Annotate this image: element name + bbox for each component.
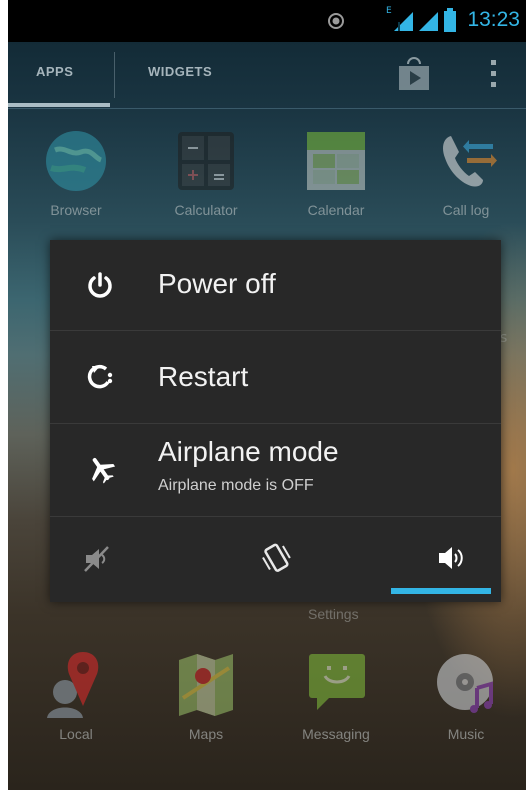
power-off-item[interactable]: Power off xyxy=(50,240,501,330)
calendar-icon xyxy=(303,132,369,198)
app-calendar[interactable]: Calendar xyxy=(286,128,386,218)
app-label: Call log xyxy=(442,202,490,218)
power-menu-dialog: Power off Restart Airplane mode Airplane… xyxy=(50,240,501,602)
app-local[interactable]: Local xyxy=(26,648,126,742)
battery-icon xyxy=(444,8,456,36)
vibrate-icon[interactable] xyxy=(260,541,292,579)
sound-on-icon[interactable] xyxy=(437,545,467,575)
airplane-mode-status: Airplane mode is OFF xyxy=(158,477,314,494)
tab-apps[interactable]: APPS xyxy=(36,64,73,79)
tab-divider xyxy=(114,52,115,98)
signal-icon xyxy=(417,10,439,36)
restart-icon xyxy=(86,363,114,395)
tab-widgets[interactable]: WIDGETS xyxy=(148,64,212,79)
calculator-icon xyxy=(173,132,239,198)
call-log-icon xyxy=(433,136,499,198)
messaging-icon xyxy=(303,654,369,722)
app-call-log[interactable]: Call log xyxy=(416,128,516,218)
power-icon xyxy=(86,272,114,304)
app-label: Calendar xyxy=(307,202,365,218)
airplane-mode-label: Airplane mode xyxy=(158,436,339,467)
music-icon xyxy=(433,654,499,722)
target-icon xyxy=(327,12,345,34)
signal-icon xyxy=(392,10,414,36)
app-maps[interactable]: Maps xyxy=(156,648,256,742)
tab-apps-indicator xyxy=(8,103,110,107)
restart-item[interactable]: Restart xyxy=(50,331,501,423)
globe-icon xyxy=(41,131,111,198)
app-music[interactable]: Music xyxy=(416,648,516,742)
selected-sound-mode-indicator xyxy=(391,588,491,594)
app-calculator[interactable]: Calculator xyxy=(156,128,256,218)
obscured-label: Settings xyxy=(308,606,359,622)
app-label: Messaging xyxy=(302,726,370,742)
app-label: Calculator xyxy=(174,202,238,218)
obscured-label: s xyxy=(500,330,508,346)
airplane-mode-item[interactable]: Airplane mode Airplane mode is OFF xyxy=(50,424,501,516)
screen: E 13:23 APPS WIDGETS Browser Calculator … xyxy=(8,0,526,790)
status-bar: E 13:23 xyxy=(8,0,526,42)
map-pin-icon xyxy=(43,652,109,722)
airplane-icon xyxy=(86,454,116,488)
power-off-label: Power off xyxy=(158,268,276,299)
silent-icon[interactable] xyxy=(84,545,110,577)
app-browser[interactable]: Browser xyxy=(26,128,126,218)
maps-icon xyxy=(173,654,239,722)
app-label: Maps xyxy=(188,726,224,742)
clock: 13:23 xyxy=(467,8,520,31)
app-label: Local xyxy=(59,726,93,742)
app-label: Music xyxy=(447,726,485,742)
app-messaging[interactable]: Messaging xyxy=(286,648,386,742)
app-label: Browser xyxy=(50,202,102,218)
drawer-tab-bar: APPS WIDGETS xyxy=(8,42,526,109)
play-store-icon[interactable] xyxy=(396,56,432,96)
network-type: E xyxy=(386,6,392,16)
overflow-menu-icon[interactable] xyxy=(491,58,497,94)
restart-label: Restart xyxy=(158,361,249,392)
